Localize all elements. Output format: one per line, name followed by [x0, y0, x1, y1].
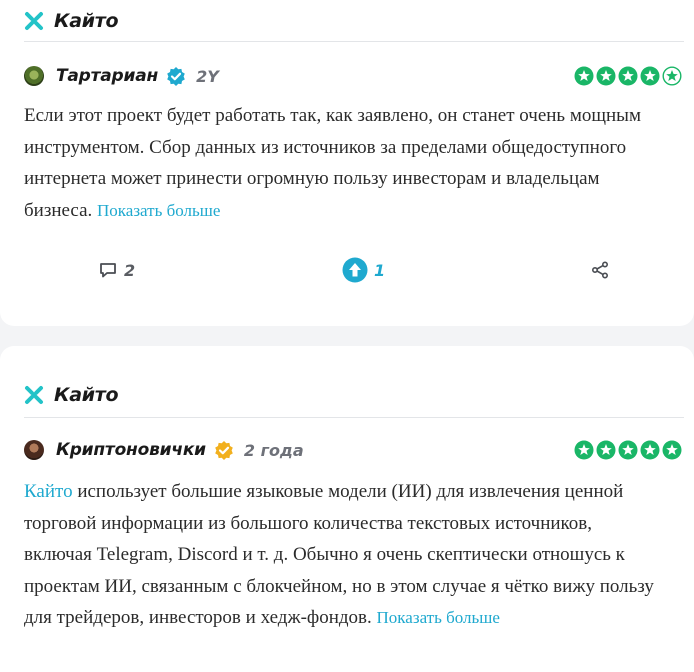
- project-mention-link[interactable]: Кайто: [24, 481, 73, 502]
- project-name[interactable]: Кайто: [54, 10, 119, 32]
- comments-count: 2: [124, 260, 136, 280]
- kaito-logo-icon: [25, 385, 43, 404]
- star-filled-icon: [574, 440, 594, 460]
- comment-icon: [100, 263, 116, 278]
- review-age: 2 года: [243, 440, 304, 460]
- star-rating: [574, 440, 682, 460]
- star-filled-icon: [618, 440, 638, 460]
- kaito-logo-icon: [25, 11, 43, 30]
- star-filled-icon: [596, 440, 616, 460]
- share-button[interactable]: [590, 256, 610, 284]
- upvote-button[interactable]: 1: [342, 256, 385, 284]
- project-name[interactable]: Кайто: [54, 384, 119, 406]
- review-text: Если этот проект будет работать так, как…: [24, 100, 664, 226]
- comments-button[interactable]: 2: [98, 256, 135, 284]
- upvote-arrow-icon: [342, 257, 368, 283]
- verified-badge-icon: [167, 67, 185, 86]
- star-filled-icon: [574, 66, 594, 86]
- star-filled-icon: [618, 66, 638, 86]
- verified-badge-icon: [215, 441, 233, 460]
- project-header[interactable]: Кайто: [24, 0, 684, 42]
- star-filled-icon: [640, 440, 660, 460]
- review-body: использует большие языковые модели (ИИ) …: [24, 481, 654, 628]
- author-name[interactable]: Криптоновички: [56, 440, 206, 460]
- review-actions: 2 1: [0, 256, 694, 284]
- star-rating: [574, 66, 682, 86]
- share-icon: [591, 261, 609, 279]
- review-age: 2Y: [196, 66, 219, 86]
- author-name[interactable]: Тартариан: [56, 66, 158, 86]
- review-text: Кайто использует большие языковые модели…: [24, 476, 664, 634]
- review-card: Кайто Криптоновички 2 года Кайто использ…: [0, 346, 694, 672]
- project-header[interactable]: Кайто: [24, 372, 684, 418]
- star-filled-icon: [662, 440, 682, 460]
- review-card: Кайто Тартариан 2Y Если этот проект буде…: [0, 0, 694, 326]
- avatar[interactable]: [24, 440, 44, 460]
- star-empty-icon: [662, 66, 682, 86]
- author-row: Криптоновички 2 года: [24, 438, 682, 462]
- star-filled-icon: [640, 66, 660, 86]
- star-filled-icon: [596, 66, 616, 86]
- show-more-link[interactable]: Показать больше: [97, 201, 220, 220]
- author-row: Тартариан 2Y: [24, 64, 682, 88]
- show-more-link[interactable]: Показать больше: [377, 608, 500, 627]
- upvote-count: 1: [374, 260, 386, 280]
- avatar[interactable]: [24, 66, 44, 86]
